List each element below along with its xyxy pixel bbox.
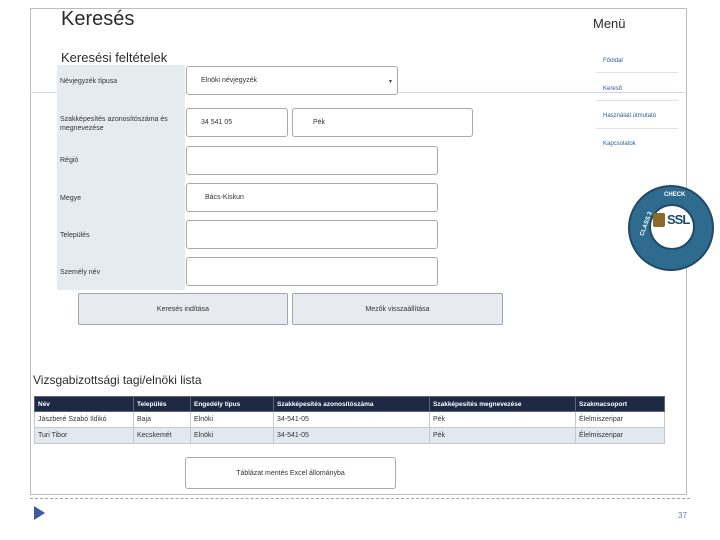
committee-table: Név Település Engedély típus Szakképesít… <box>34 396 665 444</box>
badge-top-text: CHECK <box>664 192 686 198</box>
qualification-id-value: 34 541 05 <box>201 119 233 126</box>
footer-divider <box>30 498 690 499</box>
qualification-name-value: Pék <box>313 119 326 126</box>
badge-ssl-text: SSL <box>667 212 690 227</box>
table-cell: 34-541-05 <box>273 427 430 444</box>
region-label: Régió <box>60 157 79 164</box>
table-cell: 34-541-05 <box>273 411 430 428</box>
qualification-id-input[interactable]: 34 541 05 <box>186 108 288 137</box>
menu-divider <box>596 128 678 129</box>
table-cell: Pék <box>429 427 576 444</box>
menu-title: Menü <box>593 16 626 31</box>
committee-list-title: Vizsgabizottsági tagi/elnöki lista <box>33 373 202 387</box>
table-cell: Kecskemét <box>133 427 191 444</box>
search-criteria-heading: Keresési feltételek <box>61 50 168 65</box>
register-type-label: Névjegyzék típusa <box>60 78 118 85</box>
table-cell: Élelmiszeripar <box>575 427 665 444</box>
column-header[interactable]: Név <box>34 396 134 412</box>
county-value: Bács-Kiskun <box>205 194 244 201</box>
badge-bottom-text: ELLENŐR <box>660 239 684 245</box>
export-excel-button[interactable]: Táblázat mentés Excel állományba <box>185 457 396 489</box>
table-cell: Élelmiszeripar <box>575 411 665 428</box>
menu-item-user-guide[interactable]: Használati útmutató <box>603 113 656 119</box>
table-cell: Baja <box>133 411 191 428</box>
qualification-name-input[interactable]: Pék <box>292 108 473 137</box>
column-header[interactable]: Szakképesítés azonosítószáma <box>273 396 430 412</box>
padlock-icon <box>653 213 665 227</box>
county-label: Megye <box>60 195 82 202</box>
table-cell: Pék <box>429 411 576 428</box>
next-slide-arrow-icon[interactable] <box>34 506 45 520</box>
person-name-label: Személy név <box>60 269 101 276</box>
qualification-label: Szakképesítés azonosítószáma és megnevez… <box>60 116 168 132</box>
county-input[interactable]: Bács-Kiskun <box>186 183 438 212</box>
form-label-column <box>57 65 185 290</box>
search-button[interactable]: Keresés indítása <box>78 293 288 325</box>
table-cell: Turi Tibor <box>34 427 134 444</box>
register-type-select[interactable]: Elnöki névjegyzék ▼ <box>186 66 398 95</box>
menu-divider <box>596 100 678 101</box>
column-header[interactable]: Engedély típus <box>190 396 274 412</box>
table-cell: Jászberé Szabó Ildikó <box>34 411 134 428</box>
table-cell: Elnöki <box>190 411 274 428</box>
table-row[interactable]: Jászberé Szabó Ildikó Baja Elnöki 34-541… <box>34 411 665 428</box>
column-header[interactable]: Szakképesítés megnevezése <box>429 396 576 412</box>
settlement-label: Település <box>60 232 90 239</box>
table-header-row: Név Település Engedély típus Szakképesít… <box>34 396 665 412</box>
settlement-input[interactable] <box>186 220 438 249</box>
menu-item-contacts[interactable]: Kapcsolatok <box>603 141 636 147</box>
column-header[interactable]: Település <box>133 396 191 412</box>
reset-fields-button[interactable]: Mezők visszaállítása <box>292 293 503 325</box>
ssl-badge: CHECK CLASS 3 SSL ELLENŐR <box>628 185 714 271</box>
person-name-input[interactable] <box>186 257 438 286</box>
menu-divider <box>596 72 678 73</box>
page-title: Keresés <box>61 8 135 30</box>
table-row[interactable]: Turi Tibor Kecskemét Elnöki 34-541-05 Pé… <box>34 427 665 444</box>
chevron-down-icon: ▼ <box>388 79 393 85</box>
register-type-value: Elnöki névjegyzék <box>201 77 258 84</box>
page-number: 37 <box>678 511 687 520</box>
region-input[interactable] <box>186 146 438 175</box>
column-header[interactable]: Szakmacsoport <box>575 396 665 412</box>
menu-item-home[interactable]: Főoldal <box>603 58 623 64</box>
menu-item-search[interactable]: Kereső <box>603 86 622 92</box>
table-cell: Elnöki <box>190 427 274 444</box>
